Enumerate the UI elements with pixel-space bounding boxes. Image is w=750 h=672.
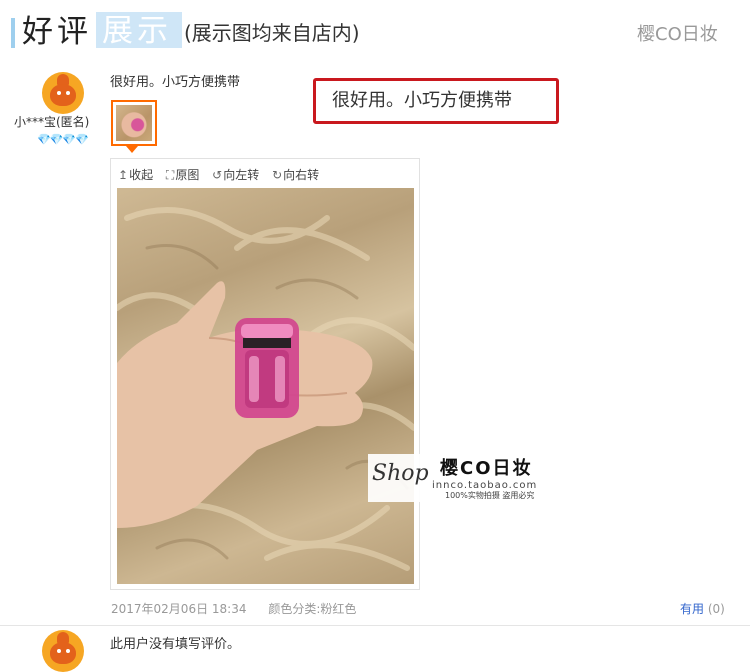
rotate-left-button[interactable]: ↺向左转 — [212, 166, 259, 184]
review-text: 很好用。小巧方便携带 — [110, 75, 241, 90]
page-subtitle: (展示图均来自店内) — [184, 21, 360, 45]
useful-label: 有用 — [680, 602, 705, 616]
useful-count: (0) — [707, 602, 725, 616]
review-divider — [0, 625, 750, 626]
review-text: 此用户没有填写评价。 — [110, 637, 241, 652]
review-callout: 很好用。小巧方便携带 — [313, 78, 559, 124]
useful-button[interactable]: 有用 (0) — [680, 601, 725, 617]
avatar — [42, 72, 84, 114]
review-photo[interactable] — [117, 188, 414, 584]
watermark-shop: Shop — [372, 461, 429, 486]
page-title: 好评 — [22, 14, 92, 50]
avatar — [42, 630, 84, 672]
reviewer-rank-icon: 💎💎💎💎 — [37, 133, 89, 146]
expand-icon: ⛶ — [165, 168, 175, 182]
review-color-option: 颜色分类:粉红色 — [268, 602, 357, 616]
review-photo-thumbnail[interactable] — [111, 100, 157, 146]
rotate-right-icon: ↻ — [272, 168, 283, 182]
watermark-brand: 樱CO日妆 — [440, 458, 533, 479]
review-date: 2017年02月06日 18:34 — [111, 602, 247, 616]
store-name[interactable]: 樱CO日妆 — [637, 22, 718, 48]
review-meta: 2017年02月06日 18:34 颜色分类:粉红色 — [111, 601, 356, 617]
collapse-button[interactable]: ↥收起 — [118, 166, 153, 184]
thumbnail-pointer — [126, 146, 138, 153]
header-accent-bar — [11, 18, 15, 48]
reviewer-name: 小***宝(匿名) — [14, 115, 90, 129]
rotate-left-icon: ↺ — [212, 168, 223, 182]
watermark-note: 100%实物拍摄 盗用必究 — [445, 491, 535, 500]
rotate-right-button[interactable]: ↻向右转 — [272, 166, 319, 184]
page-title-highlight: 展示 — [96, 12, 182, 49]
photo-toolbar: ↥收起 ⛶原图 ↺向左转 ↻向右转 — [118, 166, 328, 184]
arrow-up-icon: ↥ — [118, 168, 129, 182]
original-image-button[interactable]: ⛶原图 — [166, 166, 199, 184]
